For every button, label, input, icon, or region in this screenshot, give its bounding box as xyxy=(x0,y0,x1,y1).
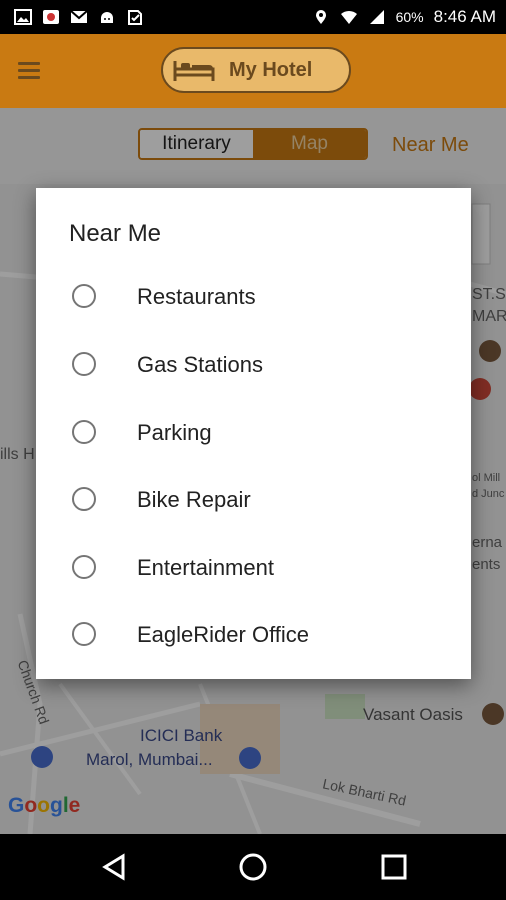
wifi-icon xyxy=(340,10,357,24)
home-icon[interactable] xyxy=(236,850,270,884)
bed-icon xyxy=(173,61,215,81)
system-icons: 60% 8:46 AM xyxy=(312,7,496,27)
option-label: Entertainment xyxy=(137,555,274,580)
option-gas-stations[interactable]: Gas Stations xyxy=(36,340,471,396)
location-icon xyxy=(315,10,326,24)
task-check-icon xyxy=(128,10,142,25)
near-me-dialog: Near Me Restaurants Gas Stations Parking… xyxy=(36,188,471,679)
radio-unchecked-icon[interactable] xyxy=(72,487,96,511)
dialog-title: Near Me xyxy=(69,220,162,247)
option-label: Parking xyxy=(137,420,212,445)
option-label: Bike Repair xyxy=(137,487,251,512)
option-restaurants[interactable]: Restaurants xyxy=(36,272,471,328)
radio-unchecked-icon[interactable] xyxy=(72,420,96,444)
radio-unchecked-icon[interactable] xyxy=(72,352,96,376)
status-bar: 60% 8:46 AM xyxy=(0,0,506,34)
radio-unchecked-icon[interactable] xyxy=(72,555,96,579)
back-icon[interactable] xyxy=(97,850,131,884)
option-label: EagleRider Office xyxy=(137,622,310,647)
hamburger-menu-icon[interactable] xyxy=(18,62,40,80)
app-title: My Hotel xyxy=(229,58,313,81)
radio-unchecked-icon[interactable] xyxy=(72,284,96,308)
battery-percent: 60% xyxy=(395,9,424,25)
radio-unchecked-icon[interactable] xyxy=(72,622,96,646)
notification-icons xyxy=(14,9,144,25)
option-label: Gas Stations xyxy=(137,352,263,377)
option-label: Restaurants xyxy=(137,284,256,309)
option-parking[interactable]: Parking xyxy=(36,408,471,464)
android-icon xyxy=(101,12,113,23)
option-entertainment[interactable]: Entertainment xyxy=(36,543,471,599)
recents-icon[interactable] xyxy=(377,850,411,884)
option-bike-repair[interactable]: Bike Repair xyxy=(36,475,471,531)
gmail-icon xyxy=(70,10,88,23)
app-bar: My Hotel xyxy=(0,34,506,108)
app-notification-icon xyxy=(43,10,59,24)
my-hotel-button[interactable]: My Hotel xyxy=(161,47,351,93)
signal-icon xyxy=(369,10,384,24)
option-eaglerider-office[interactable]: EagleRider Office xyxy=(36,610,471,666)
clock: 8:46 AM xyxy=(433,7,496,26)
system-nav-bar xyxy=(0,834,506,900)
image-icon xyxy=(14,9,32,25)
